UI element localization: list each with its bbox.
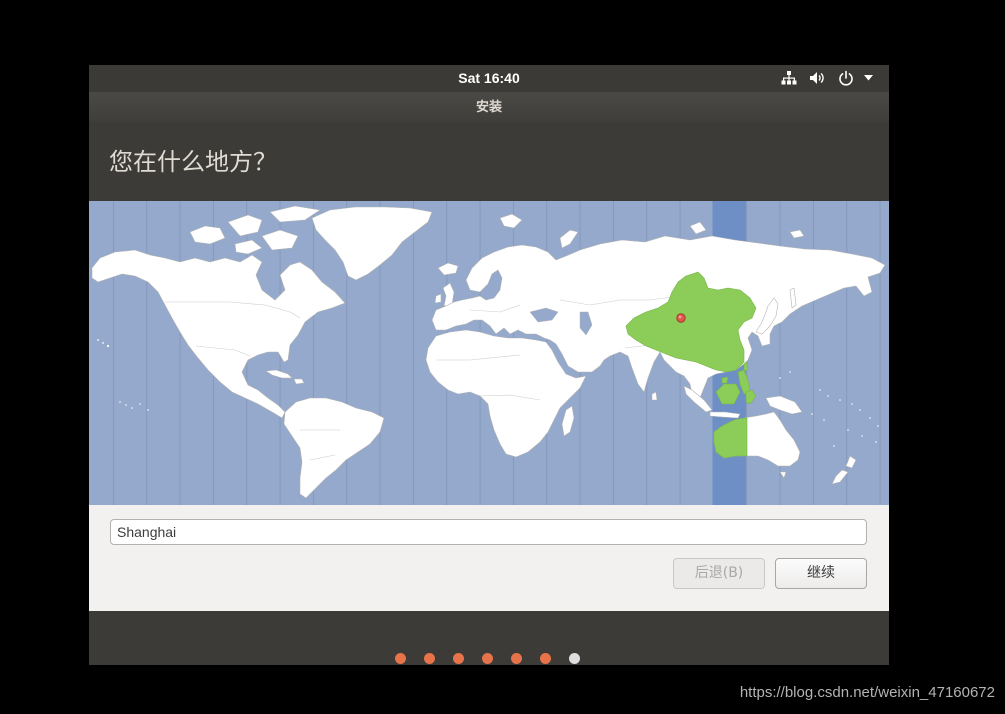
step-dot bbox=[540, 653, 551, 664]
island bbox=[869, 417, 871, 419]
island bbox=[847, 429, 849, 431]
step-indicator bbox=[395, 653, 580, 664]
page-title: 您在什么地方？ bbox=[109, 148, 277, 176]
step-dot bbox=[395, 653, 406, 664]
bottom-panel: 后退(B) 继续 bbox=[89, 505, 889, 611]
island bbox=[859, 409, 861, 411]
island bbox=[875, 441, 877, 443]
window-titlebar[interactable]: 安装 bbox=[89, 92, 889, 122]
island bbox=[839, 399, 841, 401]
step-dot-current bbox=[569, 653, 580, 664]
island bbox=[833, 445, 835, 447]
island bbox=[139, 403, 141, 405]
window-title: 安装 bbox=[475, 99, 502, 114]
page-header: 您在什么地方？ bbox=[89, 122, 889, 201]
world-map[interactable] bbox=[89, 201, 889, 505]
taiwan bbox=[743, 361, 749, 372]
location-input[interactable] bbox=[110, 519, 867, 545]
step-dot bbox=[511, 653, 522, 664]
top-panel: Sat 16:40 bbox=[89, 65, 889, 91]
menu-arrow-icon[interactable] bbox=[864, 75, 873, 81]
location-pin bbox=[676, 313, 686, 323]
island bbox=[877, 425, 879, 427]
step-dot bbox=[453, 653, 464, 664]
island bbox=[97, 339, 99, 341]
hainan bbox=[721, 376, 729, 384]
clock[interactable]: Sat 16:40 bbox=[89, 65, 889, 91]
island bbox=[147, 409, 149, 411]
vm-screen: Sat 16:40 安装 您在什么地方？ Shanghai 后退(B) 继续 bbox=[89, 65, 889, 665]
island bbox=[779, 377, 781, 379]
island bbox=[823, 419, 825, 421]
network-icon[interactable] bbox=[781, 70, 797, 86]
timezone-map-container bbox=[89, 201, 889, 505]
location-pin-marker bbox=[676, 313, 686, 323]
power-icon[interactable] bbox=[838, 70, 854, 86]
island bbox=[125, 404, 127, 406]
island bbox=[131, 407, 133, 409]
installer-window: 安装 您在什么地方？ Shanghai 后退(B) 继续 bbox=[89, 92, 889, 611]
island bbox=[102, 342, 104, 344]
hispaniola bbox=[293, 378, 305, 385]
island bbox=[851, 403, 853, 405]
island bbox=[119, 401, 121, 403]
island bbox=[789, 371, 791, 373]
step-dot bbox=[424, 653, 435, 664]
continue-button[interactable]: 继续 bbox=[775, 558, 867, 589]
island bbox=[106, 344, 110, 348]
back-button[interactable]: 后退(B) bbox=[673, 558, 765, 589]
step-dot bbox=[482, 653, 493, 664]
island bbox=[861, 435, 863, 437]
location-pin-highlight bbox=[678, 315, 682, 319]
island bbox=[811, 413, 813, 415]
volume-icon[interactable] bbox=[809, 70, 825, 86]
island bbox=[819, 389, 821, 391]
island bbox=[827, 395, 829, 397]
watermark: https://blog.csdn.net/weixin_47160672 bbox=[739, 684, 995, 701]
